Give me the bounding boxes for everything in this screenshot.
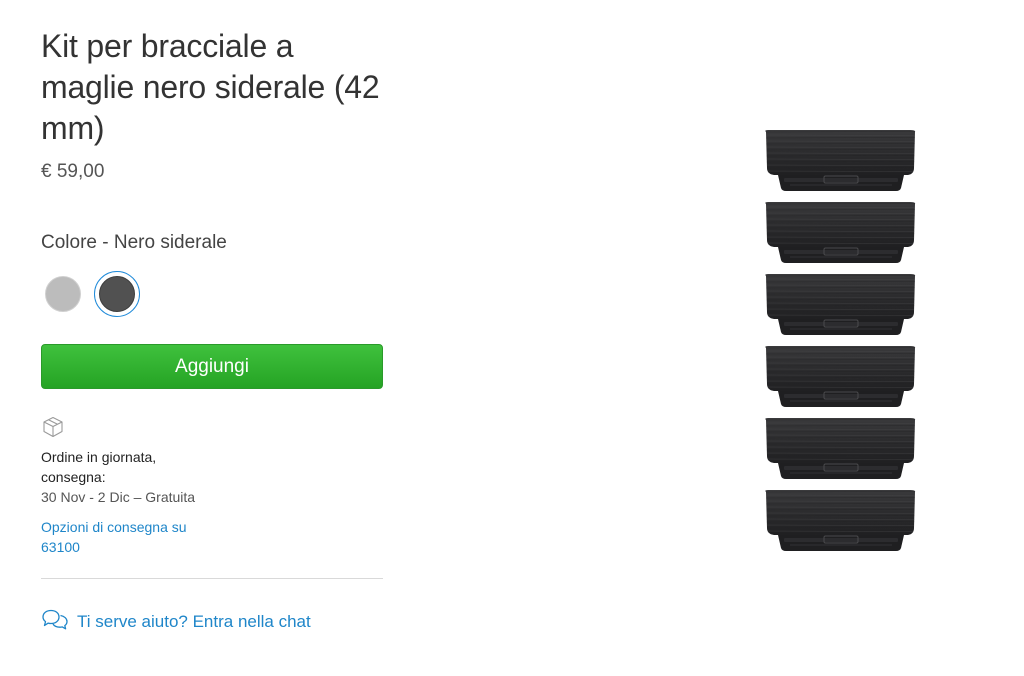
shipping-info: Ordine in giornata, consegna: 30 Nov - 2… bbox=[41, 447, 386, 507]
link-bracelet-image bbox=[764, 129, 916, 552]
swatch-space-black-selected[interactable] bbox=[94, 271, 140, 317]
add-to-bag-button[interactable]: Aggiungi bbox=[41, 344, 383, 389]
chat-help-link[interactable]: Ti serve aiuto? Entra nella chat bbox=[41, 608, 386, 635]
color-label: Colore - Nero siderale bbox=[41, 232, 227, 253]
product-title: Kit per bracciale a maglie nero siderale… bbox=[41, 28, 380, 146]
box-icon bbox=[41, 415, 65, 439]
product-details: Kit per bracciale a maglie nero siderale… bbox=[41, 26, 386, 635]
delivery-options-link[interactable]: Opzioni di consegna su 63100 bbox=[41, 517, 211, 557]
product-price: € 59,00 bbox=[41, 161, 105, 182]
divider bbox=[41, 578, 383, 579]
shipping-dates: 30 Nov - 2 Dic – Gratuita bbox=[41, 489, 196, 505]
chat-help-label: Ti serve aiuto? Entra nella chat bbox=[77, 611, 311, 631]
shipping-line-2: consegna: bbox=[41, 469, 106, 485]
color-swatches bbox=[45, 271, 386, 317]
swatch-space-black[interactable] bbox=[99, 276, 135, 312]
shipping-line-1: Ordine in giornata, bbox=[41, 449, 157, 465]
product-page: Kit per bracciale a maglie nero siderale… bbox=[0, 0, 1024, 676]
chat-bubbles-icon bbox=[41, 608, 69, 635]
swatch-silver[interactable] bbox=[45, 276, 81, 312]
